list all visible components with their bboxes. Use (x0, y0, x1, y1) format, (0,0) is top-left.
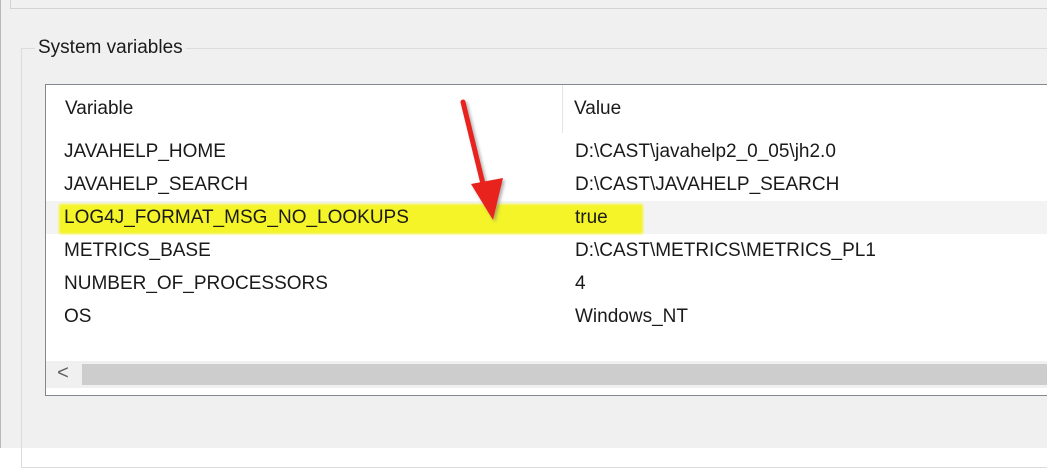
column-header-value[interactable]: Value (574, 85, 621, 135)
column-header-variable[interactable]: Variable (65, 85, 133, 135)
system-variables-list[interactable]: Variable Value JAVAHELP_HOME D:\CAST\jav… (45, 84, 1047, 396)
variable-name: JAVAHELP_SEARCH (64, 174, 249, 195)
scrollbar-thumb[interactable] (82, 364, 1047, 385)
top-panel-bottom-edge (10, 8, 1047, 9)
table-row[interactable]: NUMBER_OF_PROCESSORS 4 (46, 267, 1047, 300)
table-row-selected[interactable]: LOG4J_FORMAT_MSG_NO_LOOKUPS true (46, 201, 1047, 234)
table-row[interactable]: JAVAHELP_SEARCH D:\CAST\JAVAHELP_SEARCH (46, 168, 1047, 201)
variable-name: LOG4J_FORMAT_MSG_NO_LOOKUPS (64, 207, 409, 228)
red-arrow-icon (460, 99, 503, 220)
horizontal-scrollbar[interactable]: < (46, 361, 1047, 388)
groupbox-title: System variables (35, 36, 186, 60)
variable-value: 4 (575, 273, 586, 294)
variable-value: D:\CAST\METRICS\METRICS_PL1 (575, 240, 876, 261)
table-row[interactable]: METRICS_BASE D:\CAST\METRICS\METRICS_PL1 (46, 234, 1047, 267)
table-row[interactable]: JAVAHELP_HOME D:\CAST\javahelp2_0_05\jh2… (46, 135, 1047, 168)
variable-value: Windows_NT (575, 306, 688, 327)
dialog-background: System variables Variable Value JAVAHELP… (0, 0, 1047, 468)
variable-name: OS (64, 306, 92, 327)
variable-value: true (575, 207, 608, 228)
table-row[interactable]: OS Windows_NT (46, 300, 1047, 333)
list-header: Variable Value (46, 85, 1047, 135)
variable-name: METRICS_BASE (64, 240, 211, 261)
variable-value: D:\CAST\javahelp2_0_05\jh2.0 (575, 141, 836, 162)
variable-name: JAVAHELP_HOME (64, 141, 226, 162)
scroll-left-arrow-icon[interactable]: < (46, 361, 80, 388)
column-divider[interactable] (562, 85, 563, 133)
variable-value: D:\CAST\JAVAHELP_SEARCH (575, 174, 840, 195)
list-rows: JAVAHELP_HOME D:\CAST\javahelp2_0_05\jh2… (46, 135, 1047, 333)
arrow-shape (460, 99, 503, 220)
variable-name: NUMBER_OF_PROCESSORS (64, 273, 328, 294)
